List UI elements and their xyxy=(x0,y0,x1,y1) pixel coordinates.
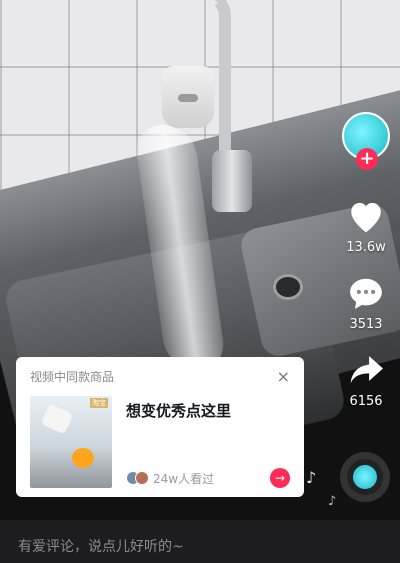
viewer-info: 24w人看过 xyxy=(126,470,214,487)
viewer-count: 24w人看过 xyxy=(153,471,215,486)
faucet-head xyxy=(162,66,214,128)
heart-icon[interactable] xyxy=(346,196,386,236)
orange-thumb-image xyxy=(72,448,94,468)
product-footer: 24w人看过 → xyxy=(126,468,290,488)
product-card-body: 淘宝 想变优秀点这里 24w人看过 → xyxy=(30,396,290,488)
product-card[interactable]: 视频中同款商品 × 淘宝 想变优秀点这里 24w人看过 → xyxy=(16,357,304,497)
share-icon[interactable] xyxy=(346,350,386,390)
author-avatar[interactable]: + xyxy=(342,112,390,170)
arrow-right-icon[interactable]: → xyxy=(270,468,290,488)
music-note-icon: ♪ xyxy=(328,494,337,509)
product-info: 想变优秀点这里 24w人看过 → xyxy=(126,396,290,488)
product-thumbnail[interactable]: 淘宝 xyxy=(30,396,112,488)
music-disc-cover xyxy=(353,465,377,489)
comment-action[interactable]: 3513 xyxy=(346,273,386,332)
close-icon[interactable]: × xyxy=(277,367,290,386)
faucet-thumb-image xyxy=(40,403,74,435)
like-count: 13.6w xyxy=(346,240,386,255)
music-note-icon: ♪ xyxy=(306,468,317,487)
product-title[interactable]: 想变优秀点这里 xyxy=(126,400,290,421)
share-count: 6156 xyxy=(349,394,383,409)
action-rail: + 13.6w 3513 6156 xyxy=(340,112,392,409)
product-card-header: 视频中同款商品 × xyxy=(30,367,290,386)
drain xyxy=(273,274,303,300)
follow-button[interactable]: + xyxy=(356,148,378,170)
comment-placeholder: 有爱评论，说点儿好听的~ xyxy=(18,539,184,555)
like-action[interactable]: 13.6w xyxy=(346,196,386,255)
comment-count: 3513 xyxy=(349,317,383,332)
viewer-avatar xyxy=(135,471,149,485)
faucet-base xyxy=(212,150,252,212)
comment-input[interactable]: 有爱评论，说点儿好听的~ xyxy=(0,520,400,563)
music-disc[interactable] xyxy=(340,452,390,502)
thumb-brand-label: 淘宝 xyxy=(90,398,108,408)
comment-icon[interactable] xyxy=(346,273,386,313)
share-action[interactable]: 6156 xyxy=(346,350,386,409)
product-card-label: 视频中同款商品 xyxy=(30,370,115,384)
